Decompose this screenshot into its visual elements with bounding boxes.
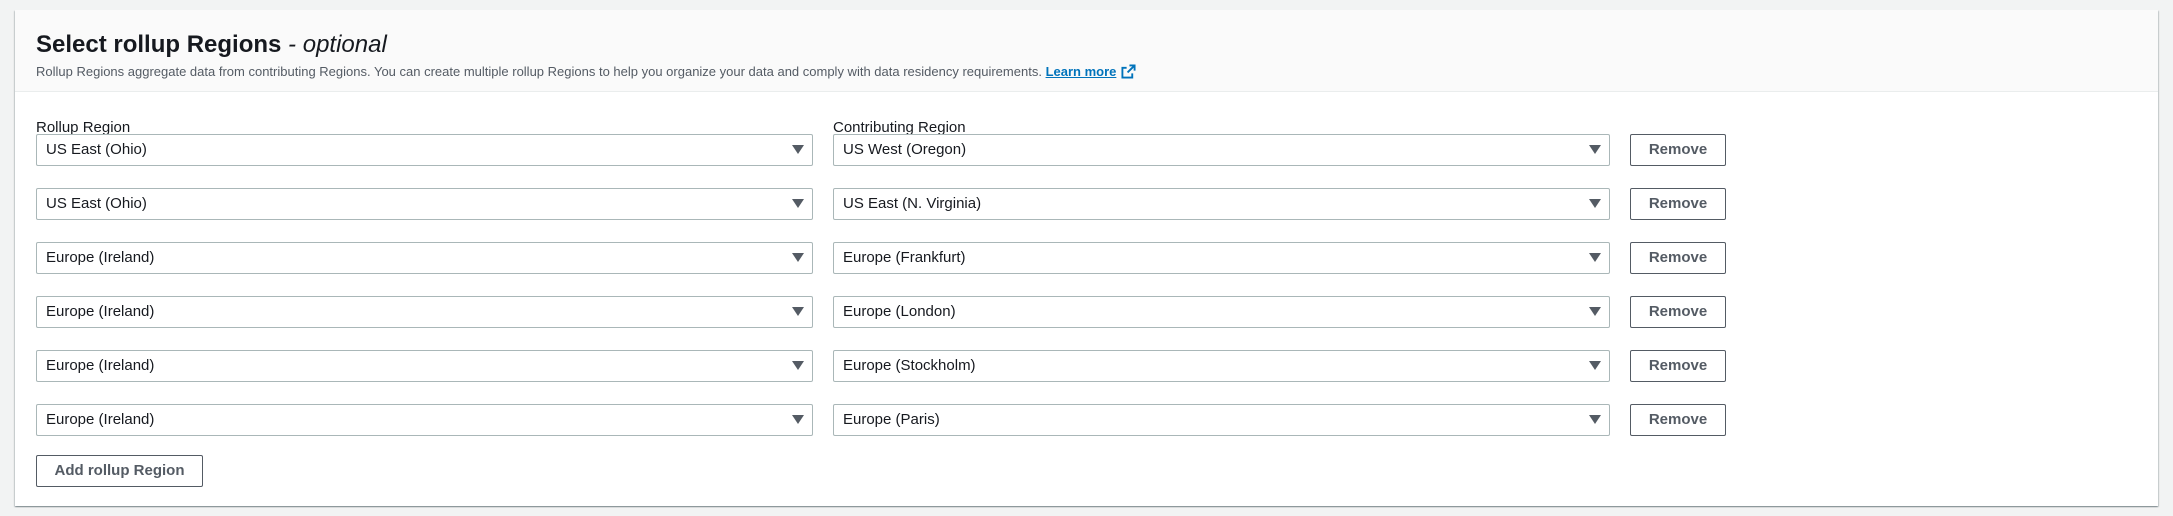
- remove-button[interactable]: Remove: [1630, 350, 1726, 382]
- caret-down-icon: [792, 199, 804, 208]
- contributing-region-value: Europe (London): [843, 303, 956, 320]
- caret-down-icon: [1589, 415, 1601, 424]
- learn-more-link[interactable]: Learn more: [1046, 64, 1137, 79]
- rollup-region-select[interactable]: Europe (Ireland): [36, 350, 813, 382]
- contributing-region-select[interactable]: Europe (London): [833, 296, 1610, 328]
- contributing-region-value: Europe (Frankfurt): [843, 249, 966, 266]
- description-text: Rollup Regions aggregate data from contr…: [36, 64, 1042, 79]
- rollup-region-select[interactable]: Europe (Ireland): [36, 296, 813, 328]
- remove-button[interactable]: Remove: [1630, 404, 1726, 436]
- rollup-region-value: Europe (Ireland): [46, 411, 155, 428]
- contributing-region-select[interactable]: Europe (Stockholm): [833, 350, 1610, 382]
- contributing-region-select[interactable]: US East (N. Virginia): [833, 188, 1610, 220]
- title-text: Select rollup Regions: [36, 31, 282, 58]
- caret-down-icon: [792, 415, 804, 424]
- rollup-region-select[interactable]: Europe (Ireland): [36, 242, 813, 274]
- add-rollup-region-button[interactable]: Add rollup Region: [36, 455, 203, 487]
- caret-down-icon: [1589, 199, 1601, 208]
- caret-down-icon: [792, 253, 804, 262]
- remove-button[interactable]: Remove: [1630, 188, 1726, 220]
- contributing-region-value: Europe (Stockholm): [843, 357, 976, 374]
- caret-down-icon: [792, 361, 804, 370]
- rollup-region-select[interactable]: US East (Ohio): [36, 188, 813, 220]
- caret-down-icon: [792, 307, 804, 316]
- rollup-region-select[interactable]: Europe (Ireland): [36, 404, 813, 436]
- remove-button[interactable]: Remove: [1630, 296, 1726, 328]
- contributing-region-value: US West (Oregon): [843, 141, 967, 158]
- learn-more-label: Learn more: [1045, 64, 1117, 79]
- contributing-region-value: Europe (Paris): [843, 411, 940, 428]
- rollup-region-select[interactable]: US East (Ohio): [36, 134, 813, 166]
- external-link-icon: [1121, 64, 1136, 79]
- rollup-region-value: Europe (Ireland): [46, 249, 155, 266]
- caret-down-icon: [1589, 361, 1601, 370]
- contributing-region-select[interactable]: Europe (Paris): [833, 404, 1610, 436]
- panel-description: Rollup Regions aggregate data from contr…: [36, 56, 1136, 88]
- remove-button[interactable]: Remove: [1630, 134, 1726, 166]
- rollup-regions-panel: Select rollup Regions - optional Rollup …: [15, 10, 2158, 506]
- caret-down-icon: [1589, 307, 1601, 316]
- caret-down-icon: [792, 145, 804, 154]
- rollup-region-value: Europe (Ireland): [46, 357, 155, 374]
- contributing-region-select[interactable]: US West (Oregon): [833, 134, 1610, 166]
- caret-down-icon: [1589, 253, 1601, 262]
- contributing-region-select[interactable]: Europe (Frankfurt): [833, 242, 1610, 274]
- caret-down-icon: [1589, 145, 1601, 154]
- panel-header: Select rollup Regions - optional Rollup …: [15, 10, 2158, 92]
- remove-button[interactable]: Remove: [1630, 242, 1726, 274]
- contributing-region-value: US East (N. Virginia): [843, 195, 982, 212]
- optional-label: - optional: [281, 31, 387, 58]
- rollup-region-value: US East (Ohio): [46, 141, 147, 158]
- rollup-region-value: US East (Ohio): [46, 195, 147, 212]
- rollup-region-value: Europe (Ireland): [46, 303, 155, 320]
